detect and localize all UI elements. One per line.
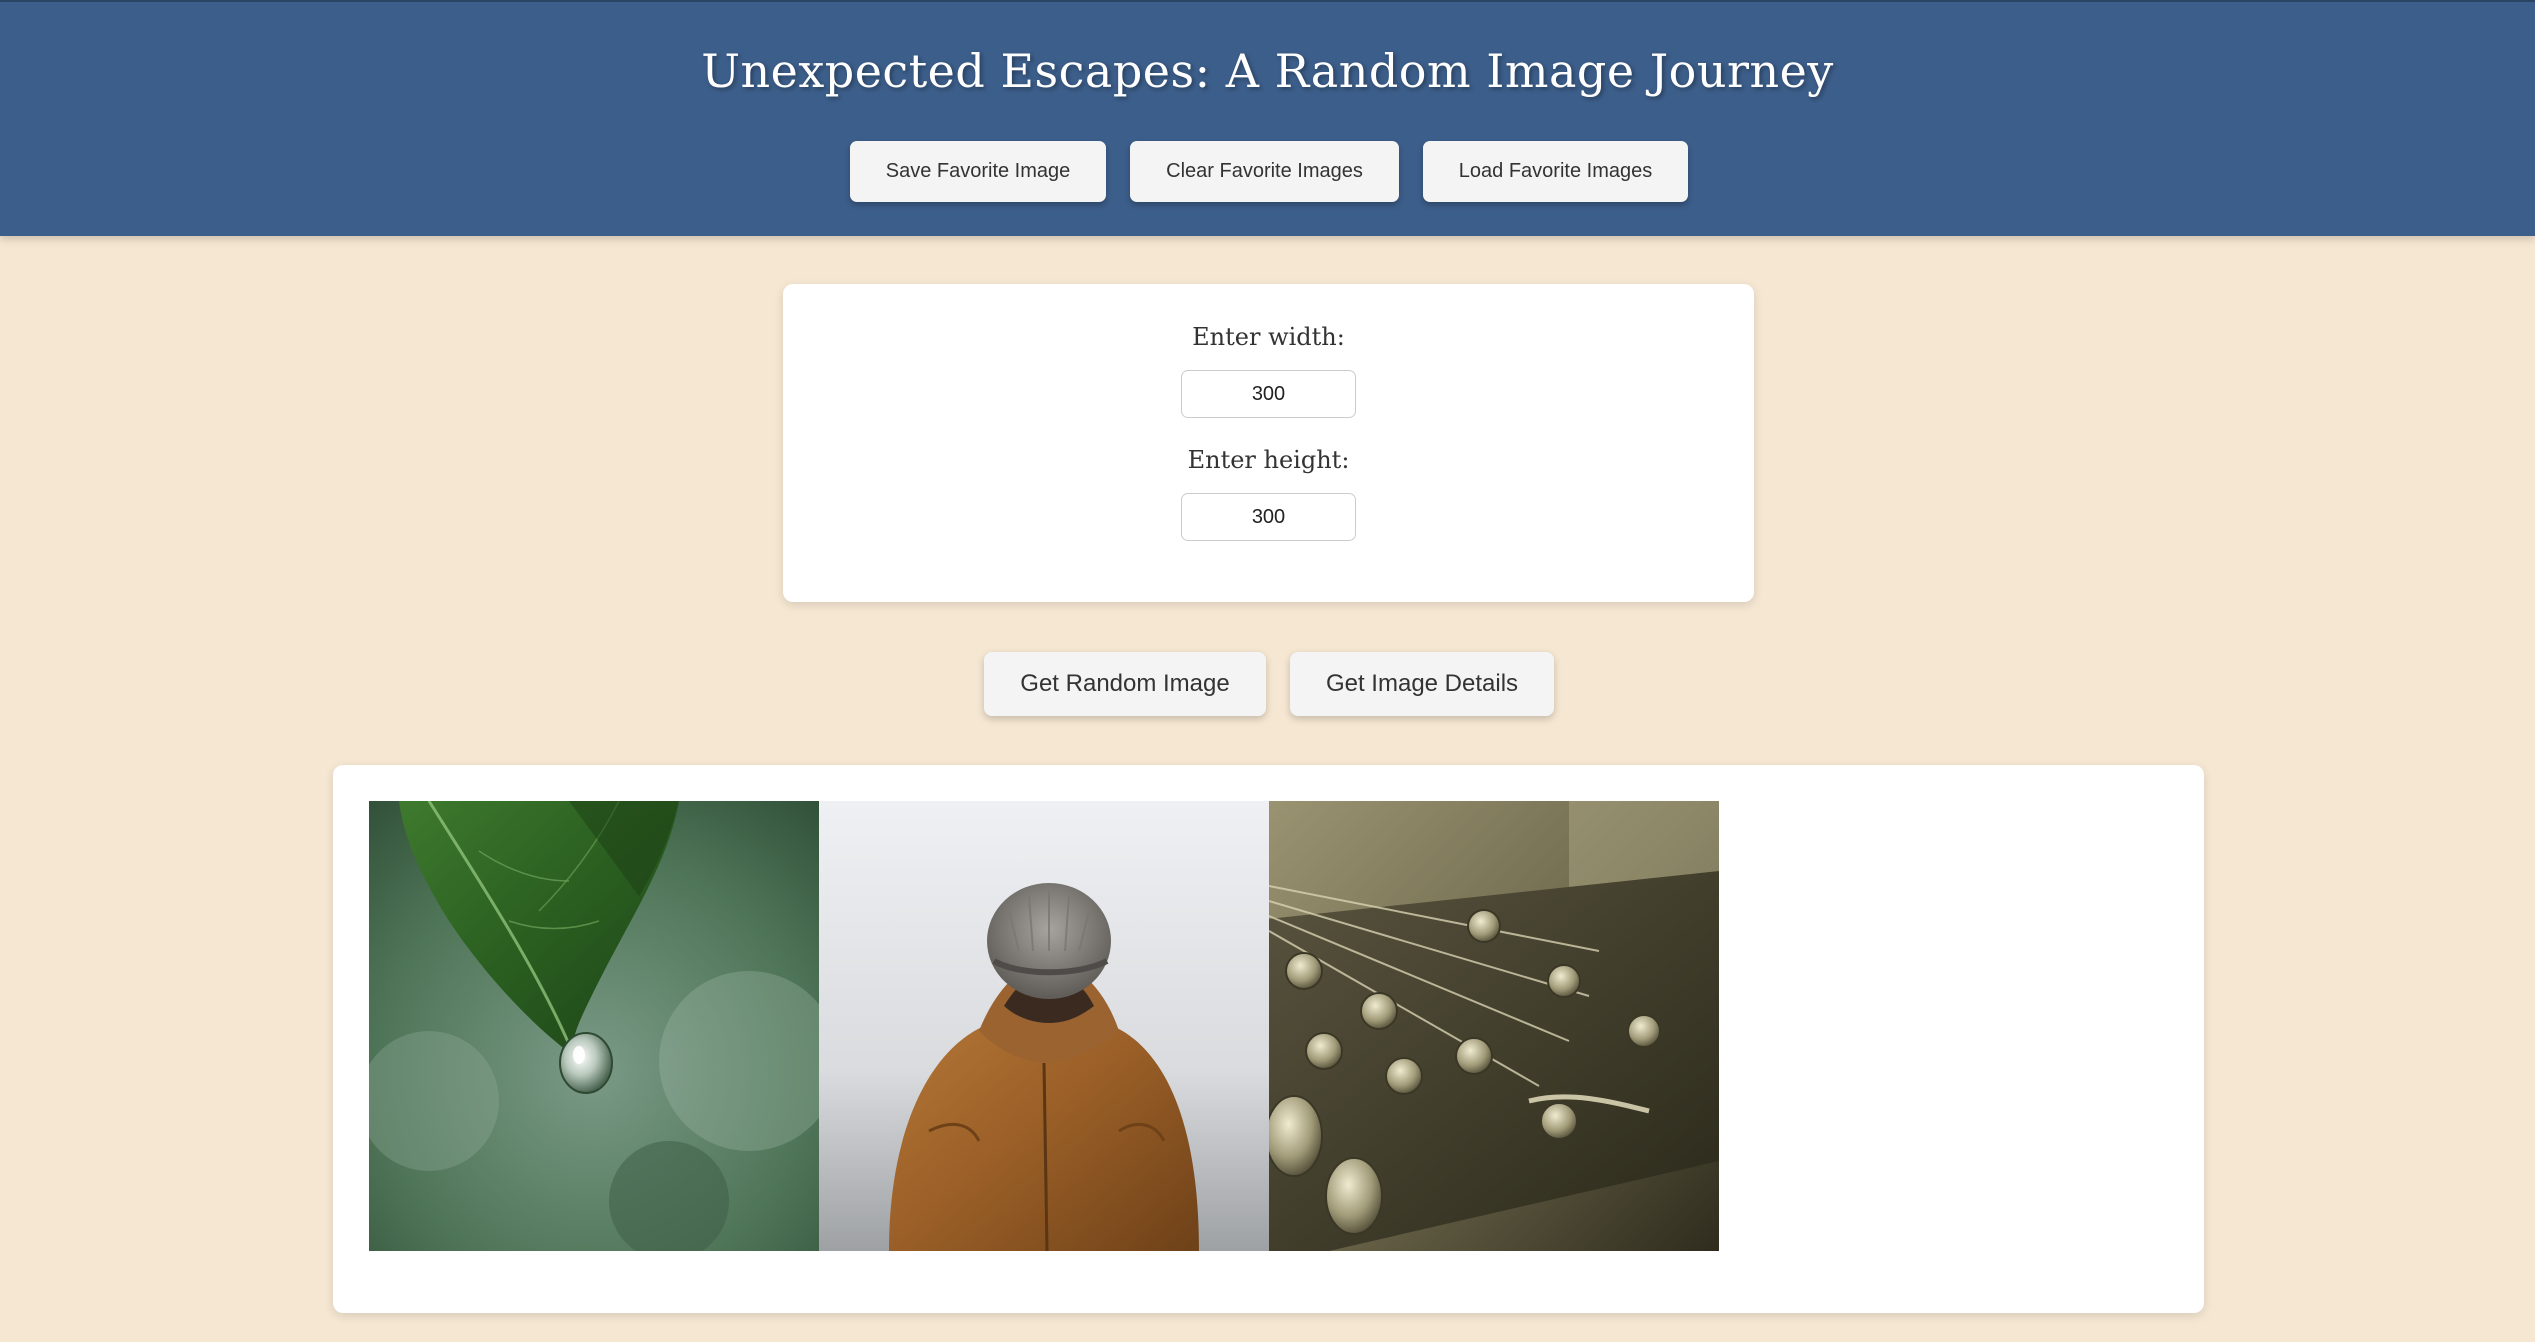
leaf-waterdrop-photo[interactable] [369,801,819,1251]
load-favorites-button[interactable]: Load Favorite Images [1423,141,1688,202]
get-random-image-button[interactable]: Get Random Image [984,652,1266,716]
page-title: Unexpected Escapes: A Random Image Journ… [701,44,1834,98]
dimensions-panel: Enter width: Enter height: [783,284,1754,602]
guitar-headstock-photo[interactable] [1269,801,1719,1251]
person-beanie-jacket-photo[interactable] [819,801,1269,1251]
height-label: Enter height: [1187,446,1350,474]
save-favorite-button[interactable]: Save Favorite Image [850,141,1106,202]
width-input[interactable] [1181,370,1356,418]
image-gallery [333,765,2204,1313]
clear-favorites-button[interactable]: Clear Favorite Images [1130,141,1399,202]
width-label: Enter width: [1192,323,1345,351]
get-image-details-button[interactable]: Get Image Details [1290,652,1554,716]
header-bar: Unexpected Escapes: A Random Image Journ… [0,0,2535,236]
height-input[interactable] [1181,493,1356,541]
